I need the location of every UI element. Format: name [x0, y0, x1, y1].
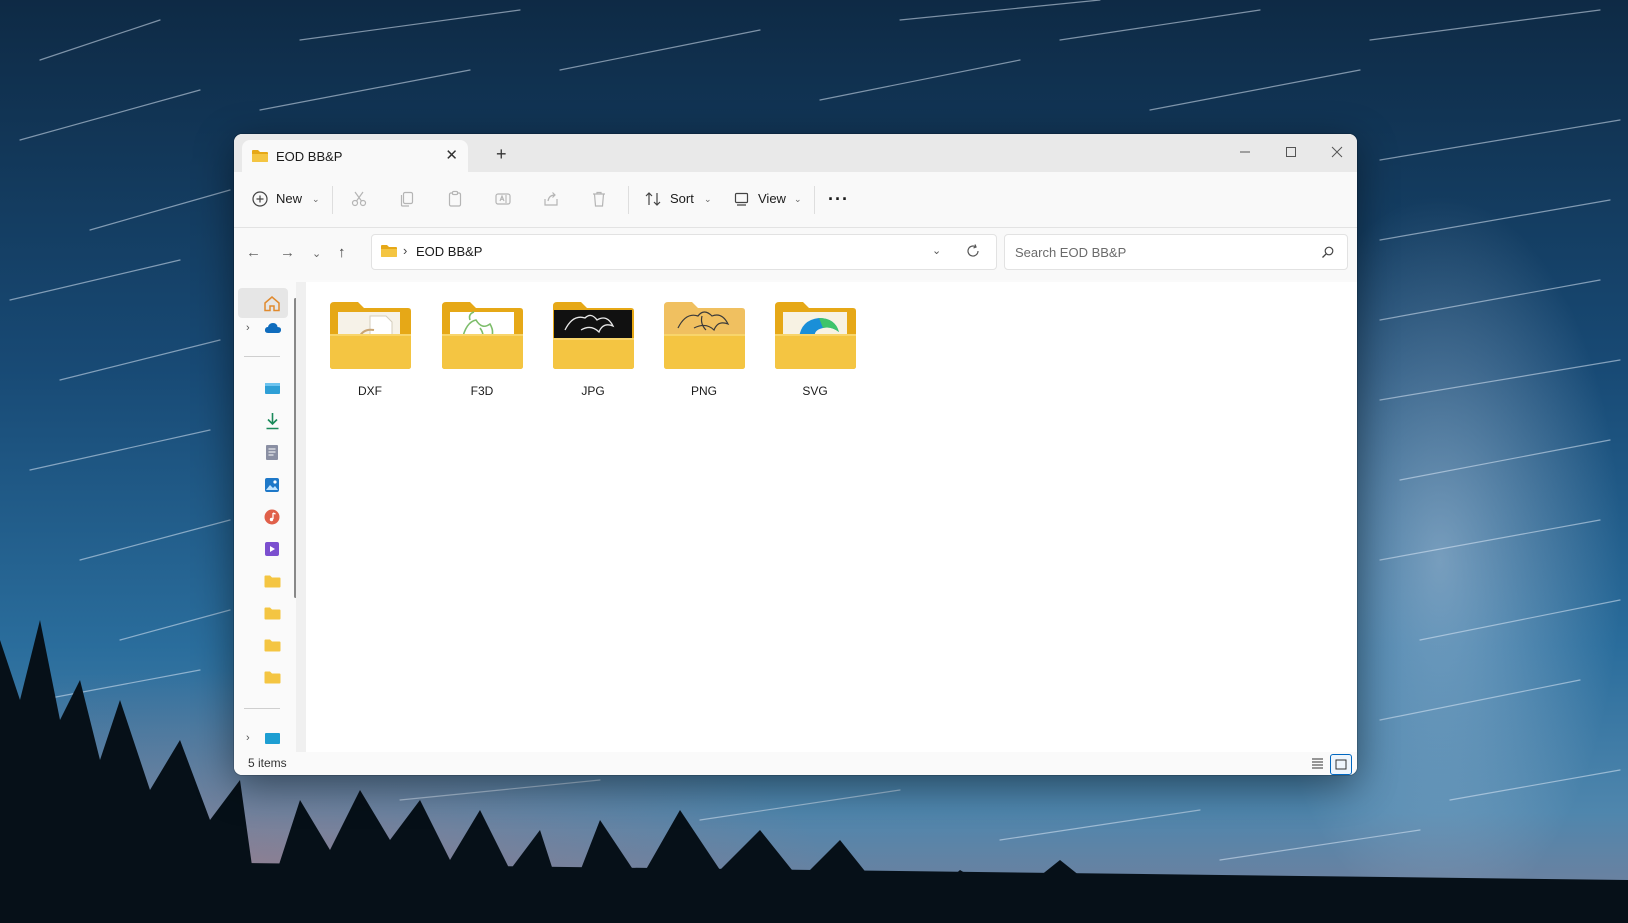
toolbar-divider [814, 186, 815, 214]
navigation-pane: › › [234, 282, 304, 752]
folder-icon [264, 671, 281, 684]
folder-icon [264, 639, 281, 652]
video-icon [265, 542, 279, 556]
sidebar-item-downloads[interactable] [254, 406, 294, 436]
search-box[interactable] [1004, 234, 1348, 270]
sidebar-item-pictures[interactable] [254, 470, 294, 500]
more-options-button[interactable]: ··· [828, 184, 849, 214]
folder-name: DXF [358, 384, 382, 398]
large-icons-view-icon[interactable] [1330, 754, 1352, 775]
sidebar-item-desktop[interactable] [254, 374, 294, 404]
folder-tile-png[interactable]: PNG [654, 296, 754, 406]
folder-tile-jpg[interactable]: JPG [543, 296, 643, 406]
navigation-pane-gutter [296, 282, 306, 752]
chevron-down-icon: ⌄ [312, 194, 320, 204]
new-label: New [276, 191, 303, 206]
chevron-down-icon: ⌄ [794, 194, 802, 204]
up-icon[interactable]: ↑ [338, 244, 346, 261]
folder-tile-f3d[interactable]: F3D [432, 296, 532, 406]
computer-icon [265, 733, 280, 744]
paste-icon[interactable] [446, 190, 464, 208]
sidebar-divider [244, 356, 280, 357]
recent-locations-icon[interactable]: ⌄ [312, 247, 321, 260]
toolbar-divider [332, 186, 333, 214]
folder-with-preview-icon [330, 302, 411, 369]
tab-title: EOD BB&P [276, 149, 343, 164]
sidebar-divider [244, 708, 280, 709]
sidebar-item-onedrive[interactable] [254, 314, 294, 344]
download-icon [266, 413, 279, 430]
expand-chevron-icon[interactable]: › [246, 322, 250, 334]
details-view-icon[interactable] [1308, 754, 1328, 773]
document-icon [266, 445, 278, 460]
folder-icon [264, 607, 281, 620]
status-bar: 5 items [234, 752, 1357, 775]
sidebar-item-videos[interactable] [254, 534, 294, 564]
folder-icon [252, 150, 268, 162]
sidebar-item-this-pc[interactable] [254, 724, 294, 754]
toolbar-divider [628, 186, 629, 214]
refresh-icon[interactable] [966, 244, 980, 258]
breadcrumb-separator-icon: › [403, 243, 408, 258]
sidebar-item-folder[interactable] [254, 566, 294, 596]
desktop-icon [265, 383, 280, 394]
minimize-icon[interactable] [1222, 138, 1268, 168]
folder-icon [264, 575, 281, 588]
folder-name: JPG [581, 384, 605, 398]
folder-name: SVG [802, 384, 828, 398]
folder-name: F3D [470, 384, 494, 398]
back-icon[interactable]: ← [246, 244, 261, 261]
close-window-icon[interactable] [1314, 138, 1357, 168]
address-history-chevron-icon[interactable]: ⌄ [932, 244, 941, 257]
folder-tile-svg[interactable]: SVG [765, 296, 865, 406]
sidebar-item-folder[interactable] [254, 598, 294, 628]
search-icon[interactable] [1321, 246, 1334, 259]
expand-chevron-icon[interactable]: › [246, 732, 250, 744]
pictures-icon [265, 478, 279, 492]
maximize-icon[interactable] [1268, 138, 1314, 168]
delete-icon[interactable] [590, 190, 608, 208]
sort-label: Sort [670, 191, 694, 206]
view-label: View [758, 191, 786, 206]
address-bar[interactable]: › EOD BB&P ⌄ [371, 234, 997, 270]
home-icon [264, 296, 280, 312]
tab-eod-bbp[interactable]: EOD BB&P ✕ [242, 140, 468, 172]
folder-tile-dxf[interactable]: DXF [320, 296, 420, 406]
folder-with-preview-icon [775, 302, 856, 369]
copy-icon[interactable] [398, 190, 416, 208]
item-count: 5 items [248, 756, 287, 770]
forward-icon[interactable]: → [280, 244, 295, 261]
rename-icon[interactable] [494, 190, 512, 208]
search-input[interactable] [1013, 241, 1307, 263]
file-list: DXF F3D JPG PNG SVG [306, 282, 1357, 752]
file-explorer-window: EOD BB&P ✕ + New ⌄ Sort ⌄ View ⌄ ··· ← →… [234, 134, 1357, 775]
sort-icon [645, 192, 661, 206]
folder-with-preview-icon [442, 302, 523, 369]
sidebar-item-music[interactable] [254, 502, 294, 532]
music-icon [264, 509, 280, 525]
close-tab-icon[interactable]: ✕ [445, 146, 458, 164]
command-bar: New ⌄ Sort ⌄ View ⌄ ··· [234, 172, 1357, 228]
folder-icon [381, 245, 397, 257]
folder-name: PNG [690, 384, 717, 398]
folder-with-preview-icon [553, 302, 634, 369]
breadcrumb-current[interactable]: EOD BB&P [416, 244, 482, 259]
plus-circle-icon [252, 191, 268, 207]
sidebar-item-folder[interactable] [254, 630, 294, 660]
title-bar: EOD BB&P ✕ + [234, 134, 1357, 172]
view-icon [734, 192, 749, 206]
sidebar-item-documents[interactable] [254, 438, 294, 468]
chevron-down-icon: ⌄ [704, 194, 712, 204]
new-tab-button[interactable]: + [496, 144, 507, 165]
share-icon[interactable] [542, 190, 560, 208]
address-row: ← → ⌄ ↑ › EOD BB&P ⌄ [234, 228, 1357, 280]
sidebar-item-folder[interactable] [254, 662, 294, 692]
folder-with-preview-icon [664, 302, 745, 369]
cloud-icon [264, 323, 282, 333]
cut-icon[interactable] [350, 190, 368, 208]
